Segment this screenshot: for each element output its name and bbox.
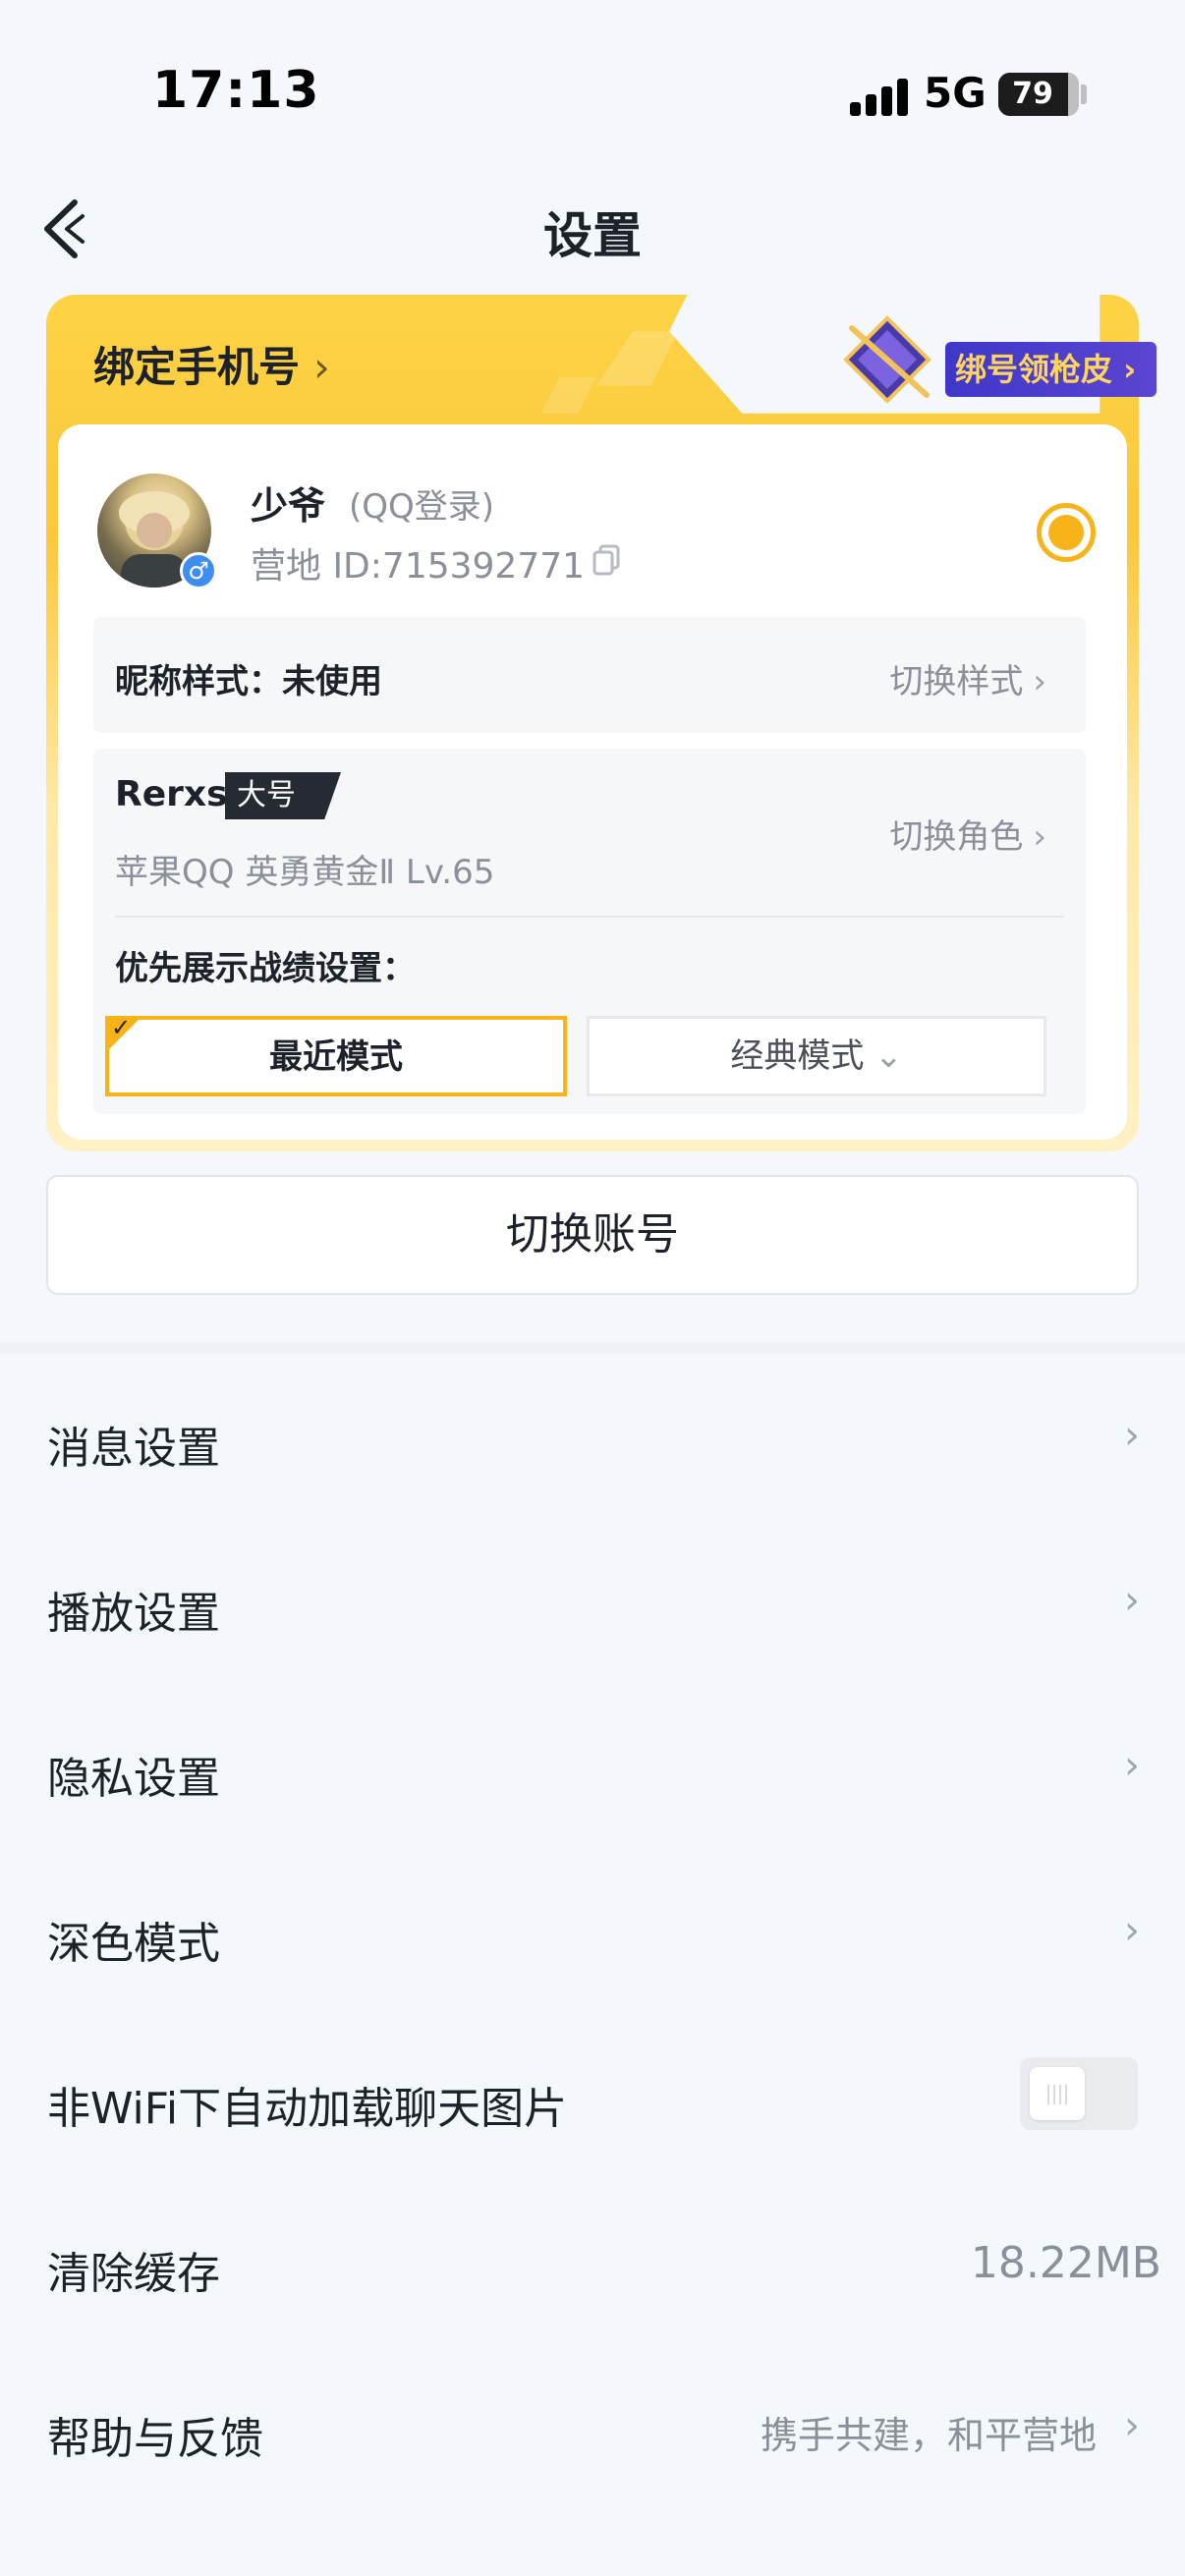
check-icon: ✓ (111, 1014, 132, 1041)
record-setting-title: 优先展示战绩设置： (115, 949, 416, 988)
network-label: 5G (924, 69, 987, 117)
menu-message-settings[interactable]: 消息设置 › (0, 1356, 1185, 1521)
menu-wifi-images: 非WiFi下自动加载聊天图片 (0, 2016, 1185, 2181)
gun-skin-icon (843, 315, 931, 404)
help-subtitle: 携手共建，和平营地 (760, 2414, 1097, 2457)
menu-playback-settings[interactable]: 播放设置 › (0, 1521, 1185, 1686)
chevron-right-icon: › (1124, 2403, 1140, 2448)
promo-label: 绑号领枪皮 › (945, 342, 1157, 397)
gender-male-icon: ♂ (180, 552, 217, 589)
chevron-right-icon: › (1124, 1908, 1140, 1953)
nickname-style-row[interactable]: 昵称样式：未使用 切换样式 › (93, 617, 1086, 733)
chevron-right-icon: › (1124, 1578, 1140, 1623)
mode-classic-dropdown[interactable]: 经典模式 ⌄ (587, 1016, 1046, 1096)
login-type: (QQ登录) (349, 487, 495, 527)
page-title: 设置 (543, 207, 642, 264)
signal-icon (850, 77, 909, 116)
menu-label: 深色模式 (47, 1919, 220, 1969)
toggle-knob (1030, 2067, 1085, 2120)
status-time: 17:13 (152, 61, 320, 120)
battery-cap (1081, 84, 1087, 104)
switch-account-button[interactable]: 切换账号 (46, 1175, 1139, 1295)
cache-size: 18.22MB (970, 2238, 1161, 2288)
menu-label: 播放设置 (47, 1589, 220, 1639)
menu-clear-cache[interactable]: 清除缓存 18.22MB (0, 2181, 1185, 2346)
section-separator (0, 1342, 1185, 1354)
divider (115, 916, 1064, 918)
battery-icon: 79 (998, 73, 1079, 116)
bind-phone-link[interactable]: 绑定手机号 › (93, 334, 330, 394)
role-name: Rerxs (115, 774, 228, 814)
menu-label: 非WiFi下自动加载聊天图片 (47, 2084, 568, 2134)
role-box: Rerxs 大号 苹果QQ 英勇黄金Ⅱ Lv.65 切换角色 › 优先展示战绩设置… (93, 749, 1086, 1114)
role-info: 苹果QQ 英勇黄金Ⅱ Lv.65 (115, 853, 495, 892)
camp-id: 营地 ID:715392771 (251, 546, 586, 587)
account-selected-radio[interactable] (1037, 503, 1096, 562)
switch-role-link[interactable]: 切换角色 › (889, 810, 1046, 858)
battery-level: 79 (1012, 77, 1053, 111)
menu-privacy-settings[interactable]: 隐私设置 › (0, 1686, 1185, 1851)
chevron-right-icon: › (1124, 1743, 1140, 1788)
wifi-images-toggle[interactable] (1020, 2057, 1138, 2130)
menu-label: 清除缓存 (47, 2249, 220, 2299)
chevron-right-icon: › (1033, 817, 1046, 857)
switch-style-link[interactable]: 切换样式 › (889, 654, 1046, 702)
chevron-right-icon: › (1033, 662, 1046, 701)
bind-phone-label: 绑定手机号 (93, 343, 301, 391)
menu-label: 隐私设置 (47, 1754, 220, 1804)
account-card-body: ♂ 少爷 (QQ登录) 营地 ID:715392771 昵称样式：未使用 切换样… (58, 424, 1127, 1140)
promo-banner[interactable]: 绑号领枪皮 › (803, 307, 1168, 413)
chevron-down-icon: ⌄ (875, 1036, 903, 1076)
copy-icon[interactable] (591, 542, 624, 576)
menu-dark-mode[interactable]: 深色模式 › (0, 1851, 1185, 2016)
menu-label: 帮助与反馈 (47, 2414, 263, 2464)
mode-recent-button[interactable]: ✓ 最近模式 (105, 1016, 567, 1096)
chevron-right-icon: › (1124, 1413, 1140, 1458)
menu-label: 消息设置 (47, 1424, 220, 1474)
nickname-style-label: 昵称样式：未使用 (115, 662, 382, 701)
chevron-right-icon: › (313, 343, 330, 391)
account-card: 绑定手机号 › 绑号领枪皮 › ♂ 少爷 (QQ登录) 营地 ID:7153927… (46, 295, 1157, 1151)
status-bar: 17:13 5G 79 (0, 0, 1185, 187)
nickname: 少爷 (251, 484, 326, 528)
menu-help-feedback[interactable]: 帮助与反馈 携手共建，和平营地 › (0, 2346, 1185, 2511)
